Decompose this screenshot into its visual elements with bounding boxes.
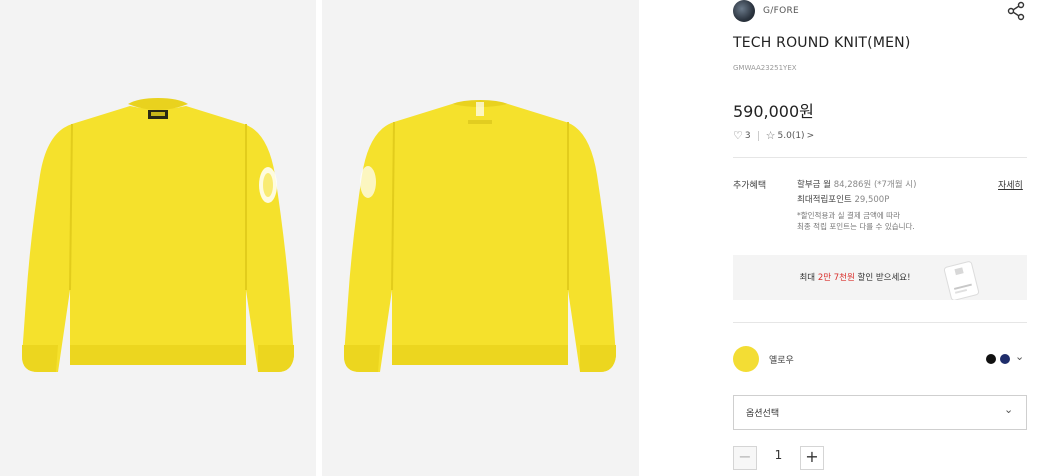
product-price: 590,000원 bbox=[733, 102, 814, 121]
discount-promo-banner[interactable]: 최대 2만 7천원 할인 받으세요! bbox=[733, 255, 1027, 300]
star-icon: ☆ bbox=[765, 129, 776, 142]
review-arrow-icon[interactable]: > bbox=[807, 131, 815, 141]
heart-icon[interactable]: ♡ bbox=[733, 129, 743, 142]
rating-value[interactable]: 5.0 bbox=[777, 131, 791, 141]
installment-label: 할부금 월 bbox=[797, 180, 831, 190]
divider bbox=[733, 157, 1027, 158]
review-count[interactable]: (1) bbox=[792, 131, 805, 141]
option-select-dropdown[interactable]: 옵션선택 ⌄ bbox=[733, 395, 1027, 430]
promo-suffix: 할인 받으세요! bbox=[854, 273, 911, 283]
selected-color-swatch bbox=[733, 346, 759, 372]
benefit-label: 추가혜택 bbox=[733, 181, 767, 191]
quantity-decrease-button[interactable]: − bbox=[733, 446, 757, 470]
meta-divider bbox=[757, 130, 759, 141]
installment-value: 84,286원 bbox=[833, 180, 872, 190]
installment-info: 할부금 월 84,286원 (*7개월 시) bbox=[797, 178, 916, 190]
divider bbox=[733, 322, 1027, 323]
quantity-value[interactable]: 1 bbox=[757, 448, 800, 462]
membership-card-icon bbox=[943, 261, 980, 300]
chevron-down-icon[interactable]: ⌄ bbox=[1015, 350, 1024, 363]
product-meta: ♡ 3 ☆ 5.0 (1) > bbox=[733, 129, 814, 142]
product-title: TECH ROUND KNIT(MEN) bbox=[733, 35, 911, 51]
installment-note: (*7개월 시) bbox=[873, 180, 917, 190]
promo-prefix: 최대 bbox=[799, 273, 818, 283]
brand-logo-icon[interactable] bbox=[733, 0, 755, 22]
color-option-navy[interactable] bbox=[1000, 354, 1010, 364]
product-image-back[interactable] bbox=[322, 0, 639, 476]
selected-color-name: 옐로우 bbox=[769, 356, 794, 366]
sweater-back-illustration bbox=[344, 100, 616, 372]
benefit-note-line: *할인적용과 실 결제 금액에 따라 bbox=[797, 211, 900, 220]
brand-name[interactable]: G/FORE bbox=[763, 6, 799, 16]
points-value: 29,500P bbox=[854, 195, 890, 205]
product-image-front[interactable] bbox=[0, 0, 316, 476]
promo-highlight: 2만 7천원 bbox=[817, 273, 855, 283]
points-info: 최대적립포인트 29,500P bbox=[797, 193, 889, 205]
quantity-increase-button[interactable]: + bbox=[800, 446, 824, 470]
color-option-black[interactable] bbox=[986, 354, 996, 364]
benefit-detail-link[interactable]: 자세히 bbox=[998, 178, 1023, 191]
points-label: 최대적립포인트 bbox=[797, 195, 852, 205]
benefit-note-line: 최종 적립 포인트는 다를 수 있습니다. bbox=[797, 222, 915, 231]
wish-count[interactable]: 3 bbox=[745, 131, 751, 141]
benefit-note: *할인적용과 실 결제 금액에 따라 최종 적립 포인트는 다를 수 있습니다. bbox=[797, 210, 915, 232]
chevron-down-icon: ⌄ bbox=[1004, 403, 1014, 416]
share-icon[interactable] bbox=[1005, 0, 1027, 22]
product-code: GMWAA23251YEX bbox=[733, 64, 797, 72]
option-select-label: 옵션선택 bbox=[746, 409, 780, 419]
sweater-front-illustration bbox=[22, 98, 294, 372]
brand-row[interactable]: G/FORE bbox=[733, 0, 799, 22]
